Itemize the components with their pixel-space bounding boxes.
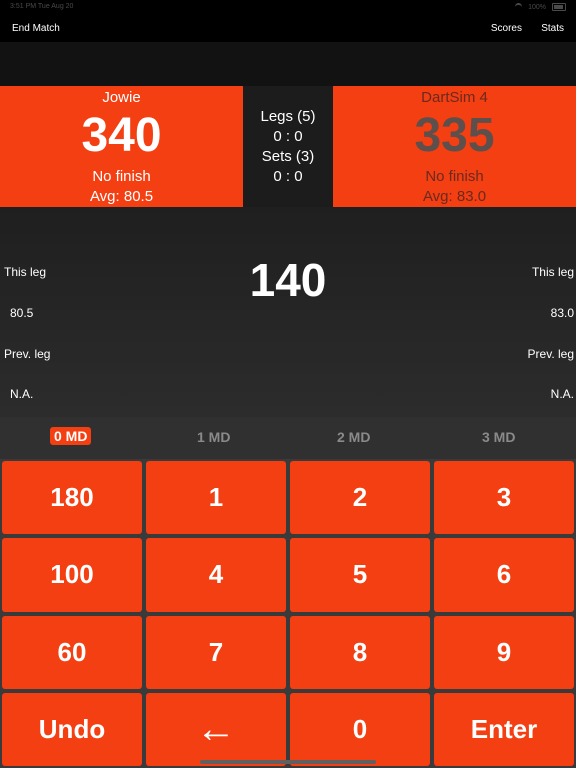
- key-7[interactable]: 7: [146, 615, 286, 689]
- end-match-button[interactable]: End Match: [12, 23, 60, 34]
- key-100[interactable]: 100: [2, 538, 142, 612]
- md-option-1[interactable]: 1 MD: [197, 429, 230, 445]
- player1-name: Jowie: [102, 89, 141, 106]
- right-prev-leg-label: Prev. leg: [527, 347, 574, 361]
- wifi-icon: [515, 3, 523, 11]
- battery-icon: [552, 3, 566, 11]
- md-option-3[interactable]: 3 MD: [482, 429, 515, 445]
- key-2[interactable]: 2: [290, 461, 430, 535]
- key-5[interactable]: 5: [290, 538, 430, 612]
- player1-finish: No finish: [92, 168, 151, 185]
- stats-area: [0, 207, 576, 417]
- player1-average: Avg: 80.5: [89, 188, 154, 205]
- sets-label: Sets (3): [261, 148, 315, 165]
- key-3[interactable]: 3: [434, 461, 574, 535]
- battery-percent: 100%: [528, 3, 546, 11]
- match-status: Legs (5) 0 : 0 Sets (3) 0 : 0: [243, 86, 333, 207]
- status-time: 3:51 PM: [10, 3, 37, 10]
- status-date: Tue Aug 20: [37, 3, 74, 10]
- md-option-2[interactable]: 2 MD: [337, 429, 370, 445]
- sets-score: 0 : 0: [273, 168, 303, 185]
- left-prev-leg-value: N.A.: [10, 387, 34, 401]
- player2-panel: DartSim 4 335 No finish Avg: 83.0: [333, 86, 576, 207]
- home-indicator: [200, 760, 376, 764]
- player2-name: DartSim 4: [421, 89, 488, 106]
- key-8[interactable]: 8: [290, 615, 430, 689]
- player2-score: 335: [414, 109, 495, 162]
- score-input-display: 140: [249, 254, 327, 306]
- player2-finish: No finish: [425, 168, 484, 185]
- legs-label: Legs (5): [260, 108, 316, 125]
- missed-doubles-selector: 0 MD 1 MD 2 MD 3 MD: [0, 417, 576, 459]
- player1-score: 340: [81, 109, 162, 162]
- right-prev-leg-value: N.A.: [550, 387, 574, 401]
- key-4[interactable]: 4: [146, 538, 286, 612]
- key-60[interactable]: 60: [2, 615, 142, 689]
- left-prev-leg-label: Prev. leg: [4, 347, 51, 361]
- player2-average: Avg: 83.0: [422, 188, 487, 205]
- status-bar: 3:51 PM Tue Aug 20 100%: [0, 0, 576, 14]
- key-6[interactable]: 6: [434, 538, 574, 612]
- key-180[interactable]: 180: [2, 461, 142, 535]
- undo-button[interactable]: Undo: [2, 692, 142, 766]
- key-1[interactable]: 1: [146, 461, 286, 535]
- stats-button[interactable]: Stats: [541, 23, 564, 34]
- scores-button[interactable]: Scores: [491, 23, 522, 34]
- key-0[interactable]: 0: [290, 692, 430, 766]
- header-spacer: [0, 42, 576, 86]
- md-option-0[interactable]: 0 MD: [50, 427, 92, 445]
- player1-panel: Jowie 340 No finish Avg: 80.5: [0, 86, 243, 207]
- backspace-arrow-icon: ←: [196, 706, 236, 751]
- keypad: 180 1 2 3 100 4 5 6 60 7 8 9 Undo ← 0 En…: [0, 459, 576, 768]
- backspace-button[interactable]: ←: [146, 692, 286, 766]
- enter-button[interactable]: Enter: [434, 692, 574, 766]
- legs-score: 0 : 0: [273, 128, 303, 145]
- key-9[interactable]: 9: [434, 615, 574, 689]
- nav-bar: End Match Scores Stats: [0, 14, 576, 42]
